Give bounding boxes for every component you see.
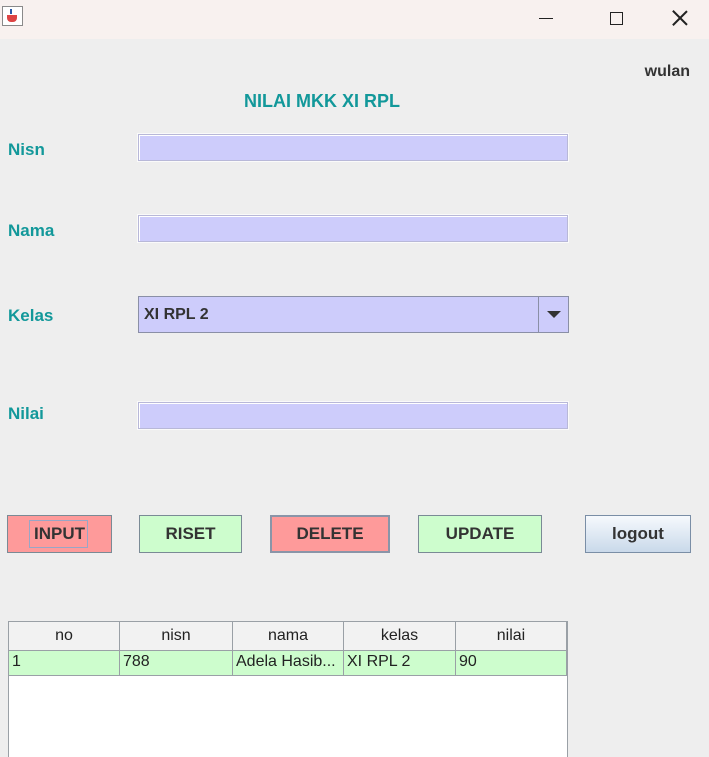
user-name: wulan [644, 63, 690, 80]
column-header-nilai[interactable]: nilai [456, 622, 567, 651]
riset-button[interactable]: RISET [139, 515, 242, 553]
nama-label: Nama [8, 221, 55, 240]
kelas-combobox[interactable]: XI RPL 2 [138, 296, 569, 333]
nama-field[interactable] [138, 215, 568, 242]
table-row[interactable]: 1 788 Adela Hasib... XI RPL 2 90 [9, 651, 567, 676]
input-button[interactable]: INPUT [7, 515, 112, 553]
update-button[interactable]: UPDATE [418, 515, 542, 553]
maximize-button[interactable] [581, 0, 651, 36]
chevron-down-icon [546, 311, 561, 318]
kelas-label: Kelas [8, 306, 54, 325]
minimize-button[interactable] [511, 0, 581, 36]
maximize-icon [609, 11, 623, 25]
cell-nilai[interactable]: 90 [456, 651, 567, 675]
logout-button-label: logout [612, 524, 664, 543]
minimize-icon [539, 17, 553, 19]
column-header-nisn[interactable]: nisn [120, 622, 233, 651]
data-table[interactable]: no nisn nama kelas nilai 1 788 Adela Has… [8, 621, 568, 757]
nisn-label: Nisn [8, 140, 45, 159]
kelas-selected-value: XI RPL 2 [144, 306, 209, 323]
cell-nama[interactable]: Adela Hasib... [233, 651, 344, 675]
cell-nisn[interactable]: 788 [120, 651, 233, 675]
nisn-field[interactable] [138, 134, 568, 161]
java-cup-icon[interactable] [2, 6, 23, 26]
close-icon [672, 10, 688, 26]
nilai-field[interactable] [138, 402, 568, 429]
column-header-nama[interactable]: nama [233, 622, 344, 651]
logout-button[interactable]: logout [585, 515, 691, 553]
column-header-kelas[interactable]: kelas [344, 622, 456, 651]
title-bar [0, 0, 709, 39]
riset-button-label: RISET [165, 524, 216, 543]
nilai-label: Nilai [8, 404, 44, 423]
column-header-no[interactable]: no [9, 622, 120, 651]
close-button[interactable] [651, 0, 709, 36]
input-button-label: INPUT [34, 524, 85, 543]
table-header: no nisn nama kelas nilai [9, 622, 567, 652]
cell-no[interactable]: 1 [9, 651, 120, 675]
update-button-label: UPDATE [445, 524, 515, 543]
cell-kelas[interactable]: XI RPL 2 [344, 651, 456, 675]
dropdown-arrow-button[interactable] [538, 297, 568, 332]
delete-button[interactable]: DELETE [270, 515, 390, 553]
delete-button-label: DELETE [296, 524, 364, 543]
page-title: NILAI MKK XI RPL [244, 91, 400, 111]
